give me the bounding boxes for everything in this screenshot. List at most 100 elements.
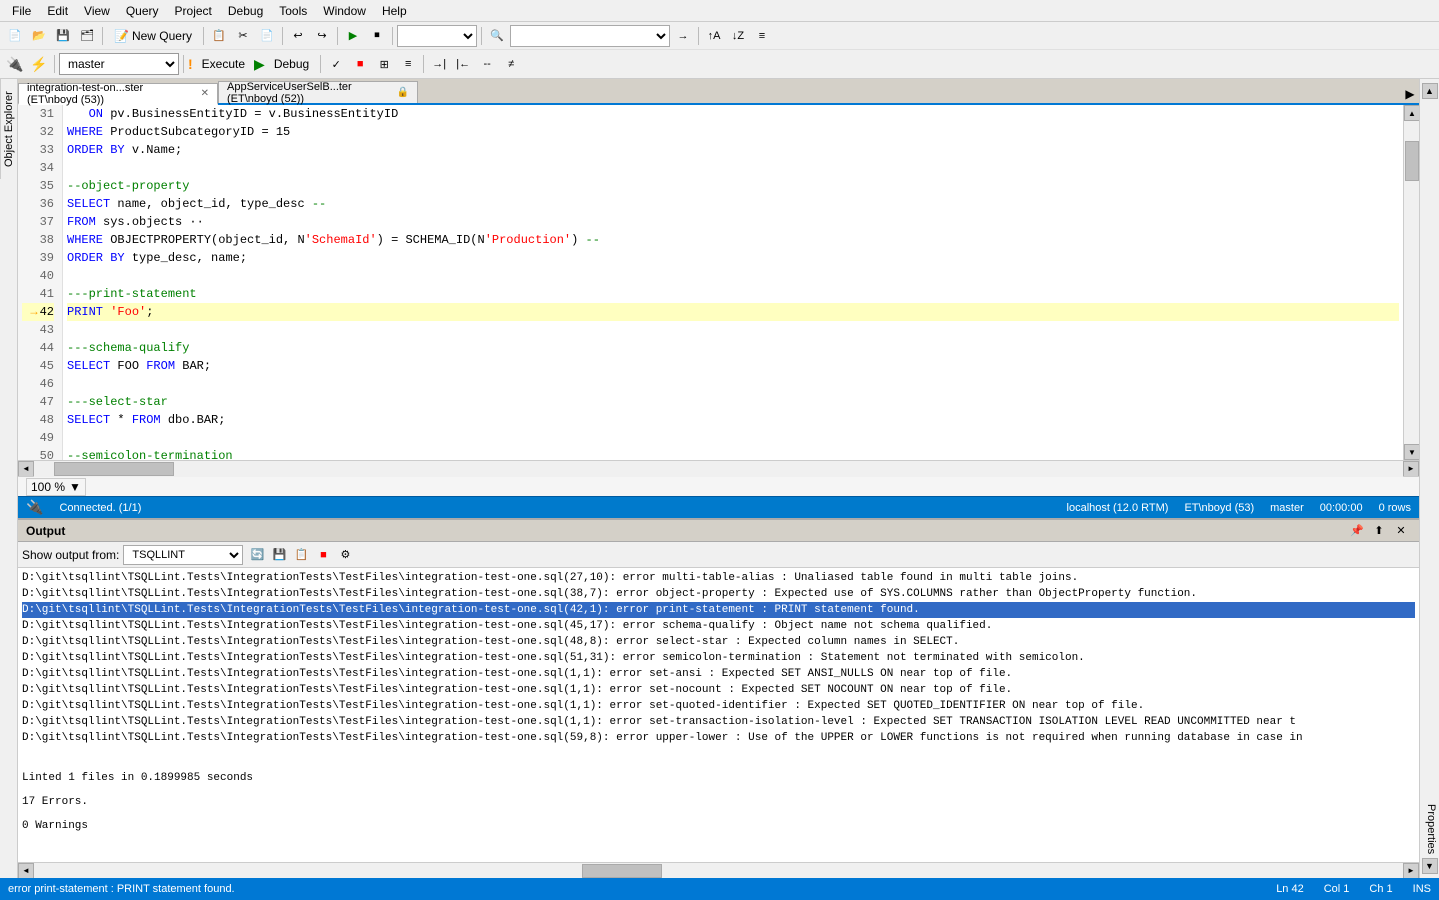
tab-integration-test[interactable]: integration-test-on...ster (ET\nboyd (53…	[18, 83, 218, 105]
disconnect-btn[interactable]: ⚡	[28, 53, 50, 75]
output-source-dropdown[interactable]: TSQLLINT	[123, 545, 243, 565]
output-line[interactable]: D:\git\tsqllint\TSQLLint.Tests\Integrati…	[22, 570, 1415, 586]
output-line[interactable]: D:\git\tsqllint\TSQLLint.Tests\Integrati…	[22, 650, 1415, 666]
output-line[interactable]: D:\git\tsqllint\TSQLLint.Tests\Integrati…	[22, 698, 1415, 714]
results-grid-btn[interactable]: ⊞	[373, 53, 395, 75]
menu-debug[interactable]: Debug	[220, 2, 271, 20]
paste-btn[interactable]: 📄	[256, 25, 278, 47]
server-info: localhost (12.0 RTM)	[1067, 502, 1169, 514]
right-scroll-down[interactable]: ▼	[1422, 858, 1438, 874]
open-btn[interactable]: 📂	[28, 25, 50, 47]
tab-appservice[interactable]: AppServiceUserSelB...ter (ET\nboyd (52))…	[218, 81, 418, 103]
indent-btn[interactable]: →|	[428, 53, 450, 75]
solution-dropdown[interactable]	[397, 25, 477, 47]
undo-btn[interactable]: ↩	[287, 25, 309, 47]
code-content[interactable]: ON pv.BusinessEntityID = v.BusinessEntit…	[63, 105, 1403, 460]
menu-help[interactable]: Help	[374, 2, 415, 20]
output-line[interactable]: D:\git\tsqllint\TSQLLint.Tests\Integrati…	[22, 682, 1415, 698]
tab-close-1[interactable]: ✕	[201, 88, 209, 99]
h-scroll-thumb[interactable]	[54, 462, 174, 476]
output-line[interactable]: D:\git\tsqllint\TSQLLint.Tests\Integrati…	[22, 714, 1415, 730]
parse-btn[interactable]: ✓	[325, 53, 347, 75]
menu-edit[interactable]: Edit	[39, 2, 76, 20]
output-line[interactable]: D:\git\tsqllint\TSQLLint.Tests\Integrati…	[22, 586, 1415, 602]
database-dropdown[interactable]: master	[59, 53, 179, 75]
save-all-btn[interactable]: 🗂	[76, 25, 98, 47]
output-line[interactable]: D:\git\tsqllint\TSQLLint.Tests\Integrati…	[22, 602, 1415, 618]
find-btn[interactable]: 🔍	[486, 25, 508, 47]
debug-label: Debug	[274, 57, 309, 71]
search-go-btn[interactable]: →	[672, 25, 694, 47]
sep3	[282, 27, 283, 45]
output-pin-btn[interactable]: 📌	[1347, 521, 1367, 541]
output-scroll-thumb[interactable]	[582, 864, 662, 878]
menu-view[interactable]: View	[76, 2, 118, 20]
results-text-btn[interactable]: ≡	[397, 53, 419, 75]
execute-label: Execute	[202, 57, 245, 71]
uncomment-btn[interactable]: ≠	[500, 53, 522, 75]
new-query-button[interactable]: 📝 New Query	[107, 26, 199, 46]
connect-btn[interactable]: 🔌	[4, 53, 26, 75]
sort-desc-btn[interactable]: ↓Z	[727, 25, 749, 47]
redo-btn[interactable]: ↪	[311, 25, 333, 47]
output-scroll-right[interactable]: ►	[1403, 863, 1419, 879]
scroll-left-btn[interactable]: ◄	[18, 461, 34, 477]
output-scroll-track[interactable]	[34, 863, 1403, 879]
scroll-up-btn[interactable]: ▲	[1404, 105, 1419, 121]
more-btn[interactable]: ≡	[751, 25, 773, 47]
output-float-btn[interactable]: ⬆	[1369, 521, 1389, 541]
scroll-right-btn[interactable]: ►	[1403, 461, 1419, 477]
connected-icon: 🔌	[26, 499, 43, 516]
time-info: 00:00:00	[1320, 502, 1363, 514]
zoom-dropdown-icon[interactable]: ▼	[69, 480, 81, 494]
menu-query[interactable]: Query	[118, 2, 167, 20]
sep6	[481, 27, 482, 45]
search-dropdown[interactable]	[510, 25, 670, 47]
menu-tools[interactable]: Tools	[271, 2, 315, 20]
sort-asc-btn[interactable]: ↑A	[703, 25, 725, 47]
output-clear-btn[interactable]: 🔄	[247, 545, 267, 565]
copy-btn[interactable]: 📋	[208, 25, 230, 47]
start-debug-btn[interactable]: ▶	[342, 25, 364, 47]
sep9	[183, 55, 184, 73]
cut-btn[interactable]: ✂	[232, 25, 254, 47]
properties-tab[interactable]: Properties	[1420, 800, 1439, 858]
output-copy-btn[interactable]: 📋	[291, 545, 311, 565]
menu-window[interactable]: Window	[315, 2, 374, 20]
output-line[interactable]: D:\git\tsqllint\TSQLLint.Tests\Integrati…	[22, 666, 1415, 682]
output-hscrollbar[interactable]: ◄ ►	[18, 862, 1419, 878]
tabs-bar: integration-test-on...ster (ET\nboyd (53…	[18, 79, 1419, 105]
zoom-control[interactable]: 100 % ▼	[26, 478, 86, 496]
comment-btn[interactable]: --	[476, 53, 498, 75]
scroll-thumb[interactable]	[1405, 141, 1419, 181]
menu-project[interactable]: Project	[167, 2, 220, 20]
scroll-down-btn[interactable]: ▼	[1404, 444, 1419, 460]
outdent-btn[interactable]: |←	[452, 53, 474, 75]
output-settings-btn[interactable]: ⚙	[335, 545, 355, 565]
stop-query-btn[interactable]: ■	[349, 53, 371, 75]
editor-hscrollbar[interactable]: ◄ ►	[18, 460, 1419, 476]
rows-info: 0 rows	[1379, 502, 1411, 514]
new-file-btn[interactable]: 📄	[4, 25, 26, 47]
output-stop-btn[interactable]: ■	[313, 545, 333, 565]
object-explorer-tab[interactable]: Object Explorer	[0, 79, 17, 179]
output-line[interactable]: D:\git\tsqllint\TSQLLint.Tests\Integrati…	[22, 730, 1415, 746]
menu-bar: File Edit View Query Project Debug Tools…	[0, 0, 1439, 22]
debug-button[interactable]: Debug	[267, 53, 316, 75]
menu-file[interactable]: File	[4, 2, 39, 20]
code-editor-wrapper: 3132333435363738394041→42434445464748495…	[18, 105, 1419, 496]
execute-button[interactable]: Execute	[195, 53, 252, 75]
save-btn[interactable]: 💾	[52, 25, 74, 47]
scroll-track[interactable]	[1404, 121, 1419, 444]
output-close-btn[interactable]: ✕	[1391, 521, 1411, 541]
output-scroll-left[interactable]: ◄	[18, 863, 34, 879]
h-scroll-track[interactable]	[34, 461, 1403, 477]
output-line[interactable]: D:\git\tsqllint\TSQLLint.Tests\Integrati…	[22, 634, 1415, 650]
editor-vscrollbar[interactable]: ▲ ▼	[1403, 105, 1419, 460]
stop-btn[interactable]: ⏹	[366, 25, 388, 47]
output-save-btn[interactable]: 💾	[269, 545, 289, 565]
output-title: Output	[26, 524, 65, 538]
output-line[interactable]: D:\git\tsqllint\TSQLLint.Tests\Integrati…	[22, 618, 1415, 634]
tab-scroll-right[interactable]: ▶	[1401, 85, 1419, 103]
right-scroll-up[interactable]: ▲	[1422, 83, 1438, 99]
